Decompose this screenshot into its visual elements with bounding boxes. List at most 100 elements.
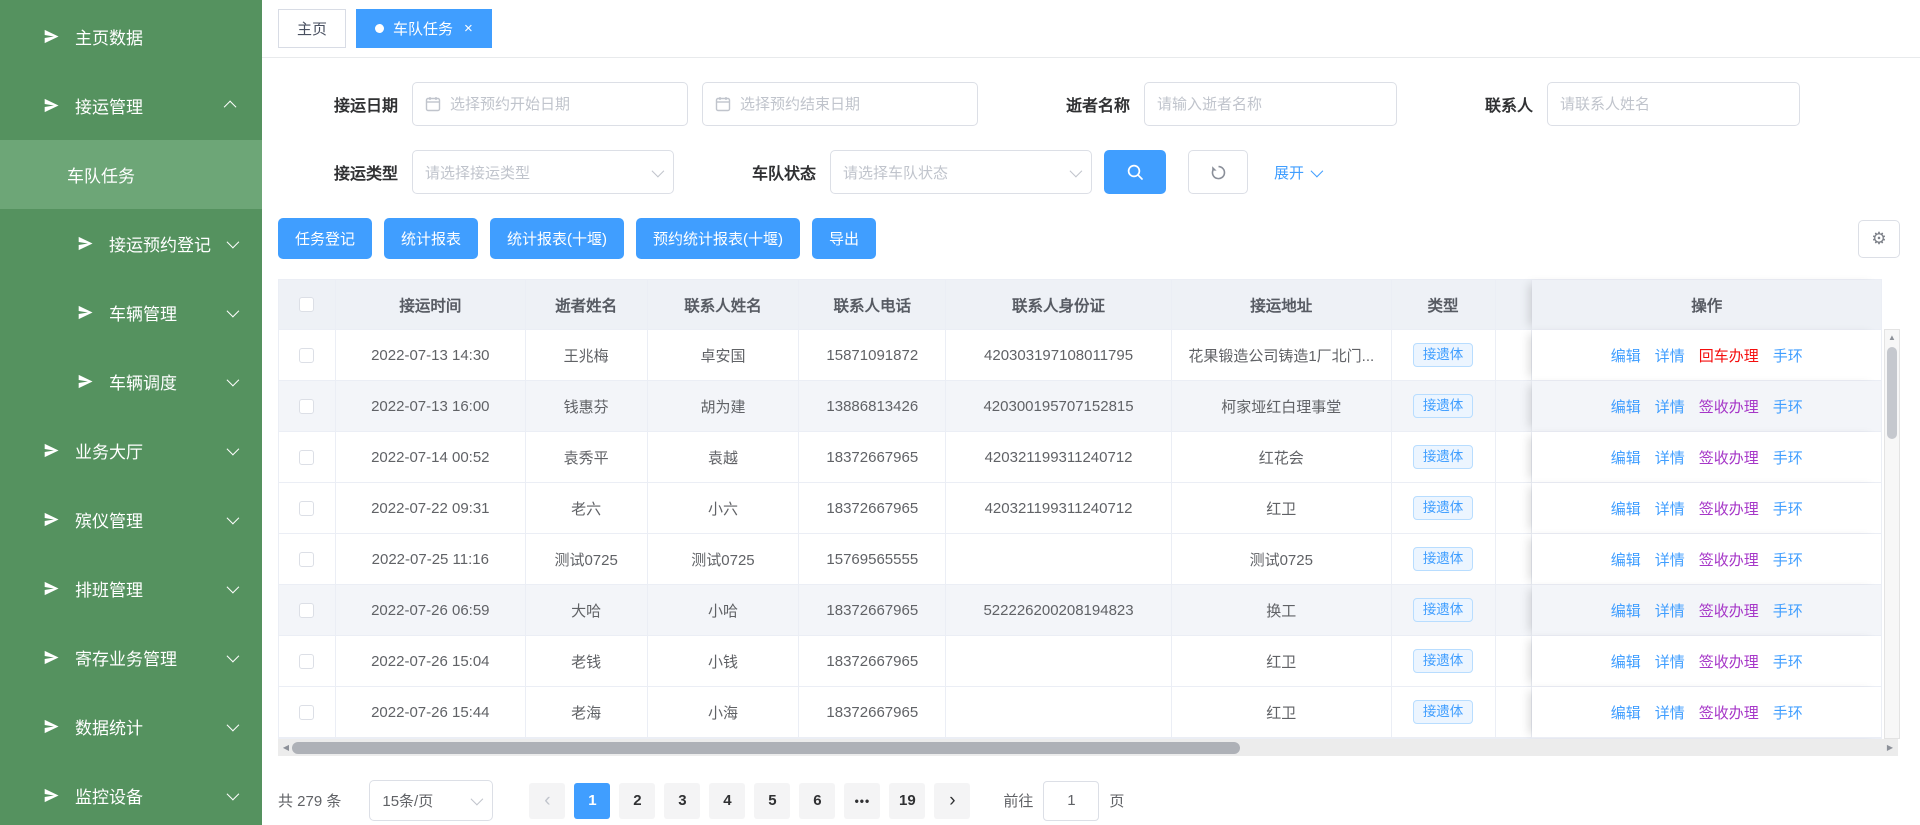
action-details[interactable]: 详情 — [1655, 651, 1685, 672]
sidebar-item-shift-management[interactable]: 排班管理 — [0, 554, 262, 623]
deceased-name-input[interactable] — [1157, 96, 1384, 113]
task-register-button[interactable]: 任务登记 — [278, 218, 372, 259]
action-edit[interactable]: 编辑 — [1611, 651, 1641, 672]
action-edit[interactable]: 编辑 — [1611, 447, 1641, 468]
prev-page-button[interactable]: ‹ — [529, 783, 565, 819]
row-checkbox[interactable] — [299, 654, 314, 669]
type-badge: 接遗体 — [1413, 547, 1474, 571]
action-details[interactable]: 详情 — [1655, 345, 1685, 366]
sidebar-item-fleet-tasks[interactable]: 车队任务 — [0, 140, 262, 209]
page-button-4[interactable]: 4 — [709, 783, 745, 819]
cell-text: 2022-07-13 16:00 — [371, 398, 489, 415]
sidebar-item-transport-reservation[interactable]: 接运预约登记 — [0, 209, 262, 278]
action-sign-receipt[interactable]: 签收办理 — [1699, 600, 1759, 621]
action-details[interactable]: 详情 — [1655, 702, 1685, 723]
horizontal-scrollbar[interactable]: ◀ ▶ — [278, 739, 1898, 756]
reservation-stats-report-shiyan-button[interactable]: 预约统计报表(十堰) — [636, 218, 800, 259]
contact-input-box[interactable] — [1547, 82, 1800, 126]
column-header-label: 操作 — [1691, 294, 1722, 316]
action-edit[interactable]: 编辑 — [1611, 702, 1641, 723]
export-button[interactable]: 导出 — [812, 218, 876, 259]
action-wristband[interactable]: 手环 — [1773, 447, 1803, 468]
action-details[interactable]: 详情 — [1655, 447, 1685, 468]
action-wristband[interactable]: 手环 — [1773, 702, 1803, 723]
vertical-scrollbar[interactable]: ▲ — [1884, 329, 1900, 739]
action-edit[interactable]: 编辑 — [1611, 396, 1641, 417]
next-page-button[interactable]: › — [934, 783, 970, 819]
sidebar-item-data-statistics[interactable]: 数据统计 — [0, 692, 262, 761]
action-sign-receipt[interactable]: 签收办理 — [1699, 651, 1759, 672]
refresh-button[interactable] — [1188, 150, 1248, 194]
action-edit[interactable]: 编辑 — [1611, 345, 1641, 366]
start-date-input[interactable] — [450, 96, 675, 113]
page-ellipsis-button[interactable]: ••• — [844, 783, 880, 819]
action-details[interactable]: 详情 — [1655, 498, 1685, 519]
page-button-1[interactable]: 1 — [574, 783, 610, 819]
action-sign-receipt[interactable]: 签收办理 — [1699, 396, 1759, 417]
cell-id_card: 420321199311240712 — [946, 483, 1172, 534]
column-header-label: 联系人电话 — [834, 294, 912, 316]
row-checkbox[interactable] — [299, 399, 314, 414]
action-edit[interactable]: 编辑 — [1611, 549, 1641, 570]
sidebar-item-vehicle-dispatch[interactable]: 车辆调度 — [0, 347, 262, 416]
expand-link[interactable]: 展开 — [1274, 162, 1320, 183]
goto-page: 前往 页 — [1003, 781, 1124, 821]
page-button-3[interactable]: 3 — [664, 783, 700, 819]
sidebar-item-funeral-management[interactable]: 殡仪管理 — [0, 485, 262, 554]
action-wristband[interactable]: 手环 — [1773, 498, 1803, 519]
fleet-status-select[interactable]: 请选择车队状态 — [830, 150, 1092, 194]
stats-report-button[interactable]: 统计报表 — [384, 218, 478, 259]
contact-input[interactable] — [1560, 96, 1787, 113]
page-button-19[interactable]: 19 — [889, 783, 925, 819]
sidebar-item-storage-management[interactable]: 寄存业务管理 — [0, 623, 262, 692]
sidebar-item-business-hall[interactable]: 业务大厅 — [0, 416, 262, 485]
action-wristband[interactable]: 手环 — [1773, 396, 1803, 417]
toolbar-buttons: 任务登记统计报表统计报表(十堰) 预约统计报表(十堰) 导出 — [278, 218, 888, 259]
row-checkbox[interactable] — [299, 705, 314, 720]
pickup-type-select[interactable]: 请选择接运类型 — [412, 150, 674, 194]
stats-report-shiyan-button[interactable]: 统计报表(十堰) — [490, 218, 624, 259]
end-date-input[interactable] — [740, 96, 965, 113]
page-button-5[interactable]: 5 — [754, 783, 790, 819]
goto-page-input[interactable] — [1043, 781, 1099, 821]
search-button[interactable] — [1104, 150, 1166, 194]
close-icon[interactable]: × — [464, 21, 473, 36]
action-sign-receipt[interactable]: 签收办理 — [1699, 498, 1759, 519]
scroll-up-icon[interactable]: ▲ — [1885, 330, 1899, 345]
action-edit[interactable]: 编辑 — [1611, 600, 1641, 621]
action-edit[interactable]: 编辑 — [1611, 498, 1641, 519]
sidebar-item-vehicle-management[interactable]: 车辆管理 — [0, 278, 262, 347]
row-checkbox[interactable] — [299, 450, 314, 465]
start-date-input-box[interactable] — [412, 82, 688, 126]
page-button-6[interactable]: 6 — [799, 783, 835, 819]
row-checkbox[interactable] — [299, 501, 314, 516]
action-wristband[interactable]: 手环 — [1773, 549, 1803, 570]
row-checkbox[interactable] — [299, 603, 314, 618]
tab-fleet-tasks[interactable]: 车队任务 × — [356, 9, 492, 48]
sidebar-item-monitoring-devices[interactable]: 监控设备 — [0, 761, 262, 825]
action-wristband[interactable]: 手环 — [1773, 345, 1803, 366]
action-details[interactable]: 详情 — [1655, 549, 1685, 570]
row-checkbox[interactable] — [299, 348, 314, 363]
action-wristband[interactable]: 手环 — [1773, 651, 1803, 672]
action-details[interactable]: 详情 — [1655, 600, 1685, 621]
select-all-checkbox[interactable] — [299, 297, 314, 312]
page-button-2[interactable]: 2 — [619, 783, 655, 819]
deceased-name-input-box[interactable] — [1144, 82, 1397, 126]
column-settings-button[interactable]: ⚙ — [1858, 220, 1900, 258]
sidebar-item-transport-management[interactable]: 接运管理 — [0, 71, 262, 140]
horizontal-scrollbar-thumb[interactable] — [292, 742, 1240, 754]
action-return-car[interactable]: 回车办理 — [1699, 345, 1759, 366]
row-checkbox[interactable] — [299, 552, 314, 567]
action-sign-receipt[interactable]: 签收办理 — [1699, 549, 1759, 570]
action-sign-receipt[interactable]: 签收办理 — [1699, 447, 1759, 468]
vertical-scrollbar-thumb[interactable] — [1887, 347, 1897, 439]
action-wristband[interactable]: 手环 — [1773, 600, 1803, 621]
end-date-input-box[interactable] — [702, 82, 978, 126]
scroll-right-icon[interactable]: ▶ — [1882, 739, 1898, 756]
action-sign-receipt[interactable]: 签收办理 — [1699, 702, 1759, 723]
tab-home[interactable]: 主页 — [278, 9, 346, 48]
sidebar-item-home-data[interactable]: 主页数据 — [0, 2, 262, 71]
action-details[interactable]: 详情 — [1655, 396, 1685, 417]
page-size-select[interactable]: 15条/页 — [369, 780, 493, 821]
